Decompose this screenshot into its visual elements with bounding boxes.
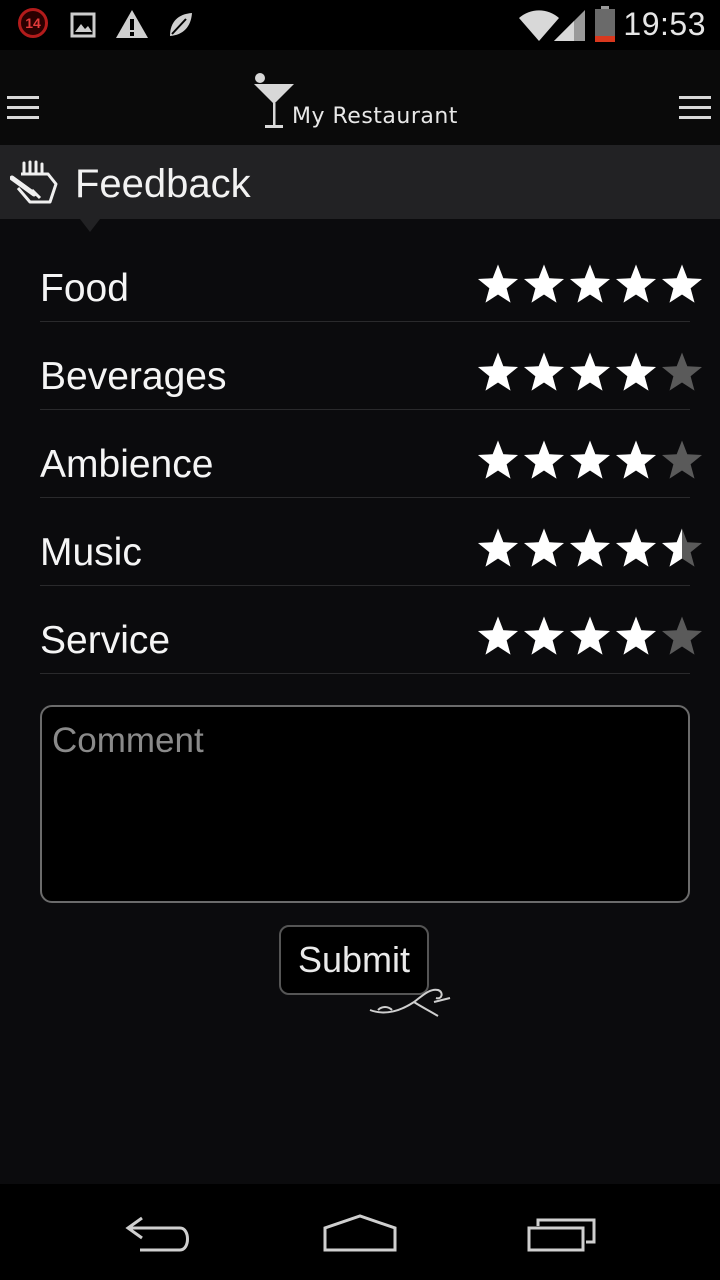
star-filled-icon[interactable] xyxy=(614,439,658,481)
page-title: Feedback xyxy=(75,162,251,206)
feedback-hand-icon xyxy=(10,160,58,204)
star-filled-icon[interactable] xyxy=(568,615,612,657)
rating-stars-music[interactable] xyxy=(476,527,706,571)
star-filled-icon[interactable] xyxy=(522,263,566,305)
rating-label: Beverages xyxy=(40,355,227,398)
star-filled-icon[interactable] xyxy=(476,351,520,393)
rating-stars-ambience[interactable] xyxy=(476,439,706,483)
back-icon[interactable] xyxy=(124,1214,194,1256)
star-empty-icon[interactable] xyxy=(660,439,704,481)
star-empty-icon[interactable] xyxy=(660,351,704,393)
rating-row-beverages: Beverages xyxy=(40,321,702,410)
star-filled-icon[interactable] xyxy=(522,439,566,481)
image-icon xyxy=(70,12,96,38)
star-half-icon[interactable] xyxy=(660,527,704,569)
rating-row-food: Food xyxy=(40,233,702,322)
battery-icon xyxy=(595,6,615,42)
star-filled-icon[interactable] xyxy=(476,615,520,657)
home-icon[interactable] xyxy=(322,1212,398,1254)
rating-stars-food[interactable] xyxy=(476,263,706,307)
rating-label: Food xyxy=(40,267,129,310)
clock: 19:53 xyxy=(623,6,706,42)
star-filled-icon[interactable] xyxy=(568,263,612,305)
cell-signal-icon xyxy=(554,10,585,41)
app-name: My Restaurant xyxy=(292,104,458,129)
star-empty-icon[interactable] xyxy=(660,615,704,657)
star-filled-icon[interactable] xyxy=(476,439,520,481)
notification-count-icon: 14 xyxy=(18,8,48,38)
star-filled-icon[interactable] xyxy=(660,263,704,305)
warning-icon xyxy=(116,10,148,38)
star-filled-icon[interactable] xyxy=(614,615,658,657)
recent-apps-icon[interactable] xyxy=(526,1216,598,1254)
status-bar: 14 19:53 xyxy=(0,0,720,50)
star-filled-icon[interactable] xyxy=(568,351,612,393)
star-filled-icon[interactable] xyxy=(476,263,520,305)
rating-row-service: Service xyxy=(40,585,702,674)
star-filled-icon[interactable] xyxy=(614,351,658,393)
star-filled-icon[interactable] xyxy=(568,439,612,481)
action-bar xyxy=(0,50,720,145)
left-menu-button[interactable] xyxy=(7,96,39,120)
rating-stars-beverages[interactable] xyxy=(476,351,706,395)
rating-stars-service[interactable] xyxy=(476,615,706,659)
rating-label: Ambience xyxy=(40,443,214,486)
section-pointer xyxy=(80,219,100,232)
star-filled-icon[interactable] xyxy=(522,615,566,657)
comment-field[interactable] xyxy=(40,705,690,903)
flourish-ornament-icon xyxy=(369,988,451,1017)
rating-label: Music xyxy=(40,531,142,574)
star-filled-icon[interactable] xyxy=(614,527,658,569)
cocktail-glass-icon xyxy=(254,73,294,128)
star-filled-icon[interactable] xyxy=(568,527,612,569)
star-filled-icon[interactable] xyxy=(614,263,658,305)
rating-row-music: Music xyxy=(40,497,702,586)
right-menu-button[interactable] xyxy=(679,96,711,120)
leaf-icon xyxy=(170,13,192,36)
rating-label: Service xyxy=(40,619,171,662)
star-filled-icon[interactable] xyxy=(522,351,566,393)
rating-row-ambience: Ambience xyxy=(40,409,702,498)
star-filled-icon[interactable] xyxy=(476,527,520,569)
star-filled-icon[interactable] xyxy=(522,527,566,569)
